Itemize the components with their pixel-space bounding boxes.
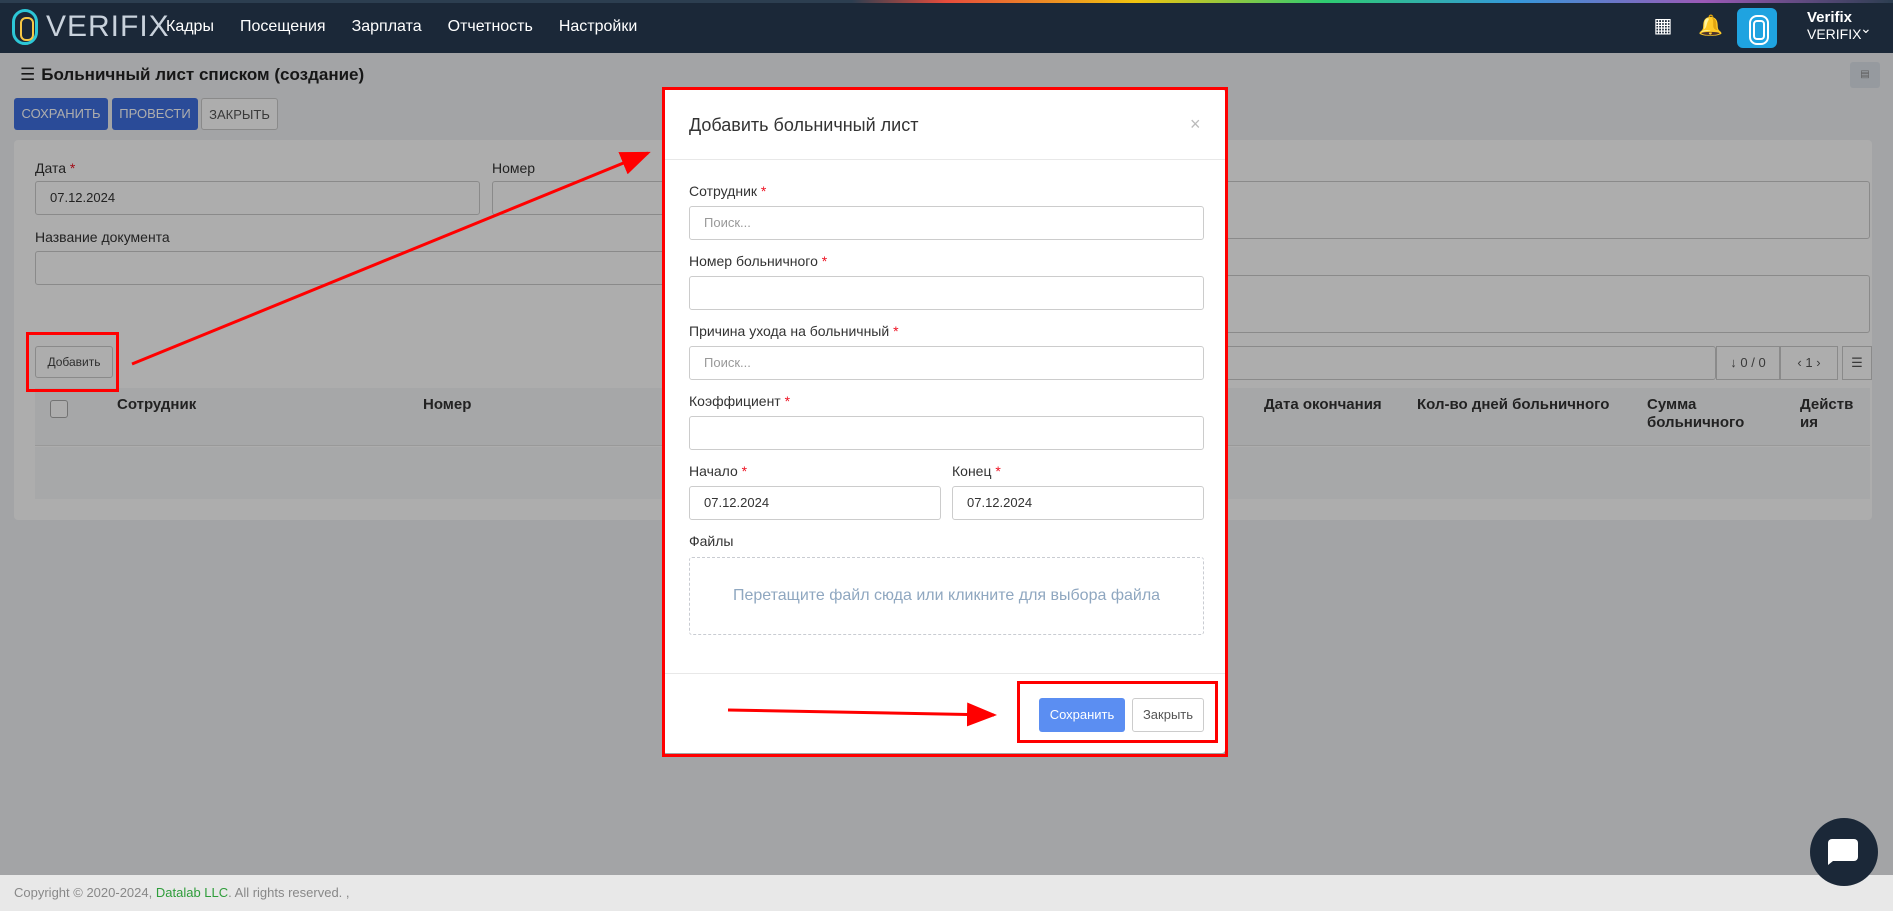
bell-icon[interactable]: 🔔: [1698, 15, 1723, 37]
nav-item-hr[interactable]: Кадры: [166, 18, 214, 36]
footer: Copyright © 2020-2024, Datalab LLC. All …: [0, 875, 1893, 911]
user-name: Verifix: [1807, 9, 1853, 26]
nav-item-settings[interactable]: Настройки: [559, 18, 637, 36]
chat-widget-button[interactable]: [1810, 818, 1878, 886]
app-logo[interactable]: VERIFIX: [12, 8, 170, 46]
chevron-down-icon[interactable]: ⌄: [1860, 20, 1872, 37]
footer-company-link[interactable]: Datalab LLC: [156, 885, 228, 900]
highlight-modal: [662, 87, 1228, 757]
highlight-modal-buttons: [1017, 681, 1218, 743]
logo-text: VERIFIX: [46, 10, 170, 43]
user-company: VERIFIX: [1807, 26, 1862, 42]
top-navbar: VERIFIX Кадры Посещения Зарплата Отчетно…: [0, 0, 1893, 53]
highlight-add-button: [26, 332, 119, 392]
fingerprint-logo-icon: [12, 9, 38, 45]
user-menu[interactable]: Verifix VERIFIX: [1807, 9, 1861, 43]
footer-rights: . All rights reserved. ,: [228, 885, 350, 900]
nav-item-attendance[interactable]: Посещения: [240, 18, 326, 36]
main-nav: Кадры Посещения Зарплата Отчетность Наст…: [166, 0, 637, 53]
apps-grid-icon[interactable]: ▦: [1652, 15, 1674, 37]
nav-item-payroll[interactable]: Зарплата: [352, 18, 422, 36]
footer-copyright: Copyright © 2020-2024,: [14, 885, 153, 900]
nav-item-reports[interactable]: Отчетность: [448, 18, 533, 36]
avatar[interactable]: [1737, 8, 1777, 48]
